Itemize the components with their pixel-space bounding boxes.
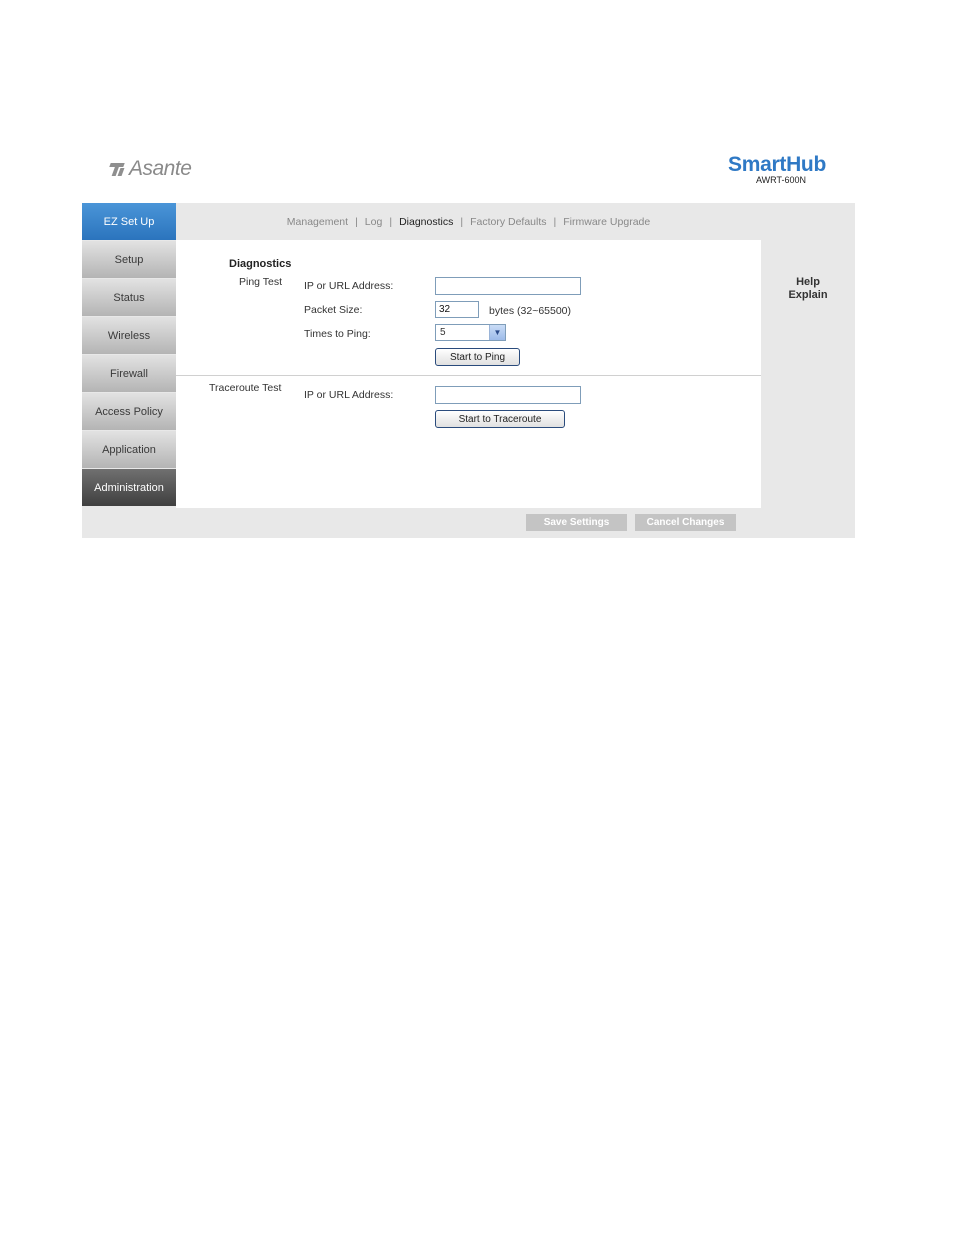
tab-log[interactable]: Log xyxy=(365,216,383,228)
times-to-ping-select[interactable]: 5 ▼ xyxy=(435,324,506,341)
ping-test-label: Ping Test xyxy=(239,276,282,288)
nav-separator: | xyxy=(553,215,557,228)
start-traceroute-button[interactable]: Start to Traceroute xyxy=(435,410,565,428)
nav-separator: | xyxy=(389,215,393,228)
sidebar-item-status[interactable]: Status xyxy=(82,279,176,316)
product-name: SmartHub xyxy=(728,153,826,176)
asante-logo-icon xyxy=(108,162,126,176)
tab-firmware-upgrade[interactable]: Firmware Upgrade xyxy=(563,216,650,228)
brand-logo: Asante xyxy=(108,156,192,182)
start-ping-button[interactable]: Start to Ping xyxy=(435,348,520,366)
section-divider xyxy=(176,375,761,376)
sidebar-item-firewall[interactable]: Firewall xyxy=(82,355,176,392)
cancel-changes-button[interactable]: Cancel Changes xyxy=(635,514,736,531)
product-logo: SmartHub AWRT-600N xyxy=(728,153,826,186)
chevron-down-icon[interactable]: ▼ xyxy=(489,325,505,340)
help-link[interactable]: Help xyxy=(761,276,855,289)
sidebar-item-wireless[interactable]: Wireless xyxy=(82,317,176,354)
sidebar-item-access-policy[interactable]: Access Policy xyxy=(82,393,176,430)
traceroute-ip-label: IP or URL Address: xyxy=(304,389,394,401)
nav-separator: | xyxy=(460,215,464,228)
traceroute-ip-input[interactable] xyxy=(435,386,581,404)
packet-size-input[interactable] xyxy=(435,301,479,318)
page-title: Diagnostics xyxy=(229,258,292,270)
sidebar-item-application[interactable]: Application xyxy=(82,431,176,468)
times-to-ping-label: Times to Ping: xyxy=(304,328,371,340)
ping-ip-label: IP or URL Address: xyxy=(304,280,394,292)
help-panel: Help Explain xyxy=(761,240,855,302)
traceroute-test-label: Traceroute Test xyxy=(209,382,282,394)
tab-factory-defaults[interactable]: Factory Defaults xyxy=(470,216,546,228)
brand-name: Asante xyxy=(129,157,192,180)
content-panel: Diagnostics Ping Test IP or URL Address:… xyxy=(176,240,761,508)
product-model: AWRT-600N xyxy=(755,175,806,185)
sidebar: EZ Set Up Setup Status Wireless Firewall… xyxy=(82,203,176,507)
tab-management[interactable]: Management xyxy=(287,216,348,228)
times-to-ping-value: 5 xyxy=(440,327,446,338)
explain-link[interactable]: Explain xyxy=(761,289,855,302)
ping-ip-input[interactable] xyxy=(435,277,581,295)
sidebar-item-ez-set-up[interactable]: EZ Set Up xyxy=(82,203,176,240)
save-settings-button[interactable]: Save Settings xyxy=(526,514,627,531)
packet-size-range: bytes (32~65500) xyxy=(489,305,572,317)
sidebar-item-administration[interactable]: Administration xyxy=(82,469,176,506)
main-frame: EZ Set Up Setup Status Wireless Firewall… xyxy=(82,203,855,538)
sub-navigation: Management | Log | Diagnostics | Factory… xyxy=(176,203,761,240)
tab-diagnostics[interactable]: Diagnostics xyxy=(399,216,453,228)
packet-size-label: Packet Size: xyxy=(304,304,363,316)
sidebar-item-setup[interactable]: Setup xyxy=(82,241,176,278)
nav-separator: | xyxy=(355,215,358,228)
